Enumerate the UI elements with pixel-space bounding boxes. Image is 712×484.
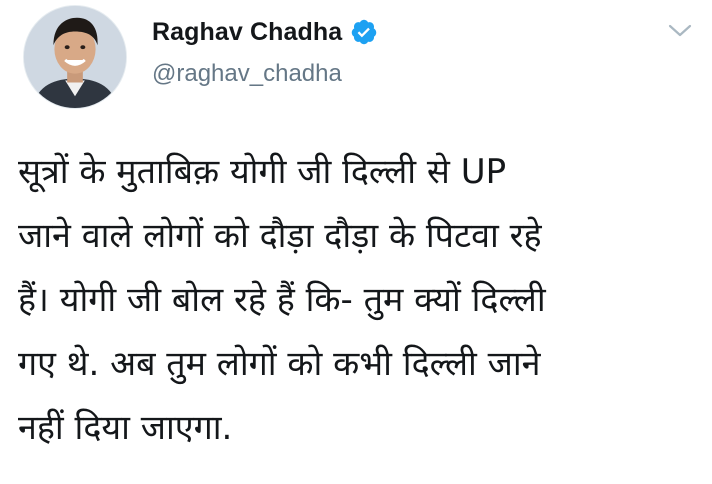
avatar[interactable] <box>23 5 127 109</box>
user-handle[interactable]: @raghav_chadha <box>152 60 652 88</box>
display-name[interactable]: Raghav Chadha <box>152 18 342 47</box>
tweet-header: Raghav Chadha @raghav_chadha <box>152 12 652 88</box>
chevron-down-icon[interactable] <box>664 20 696 42</box>
tweet-card: Raghav Chadha @raghav_chadha सूत्रों के … <box>0 0 712 484</box>
name-row: Raghav Chadha <box>152 12 652 52</box>
tweet-text: सूत्रों के मुताबिक़ योगी जी दिल्ली से UP… <box>18 152 546 448</box>
profile-photo <box>24 6 126 108</box>
verified-badge-icon <box>350 18 378 46</box>
